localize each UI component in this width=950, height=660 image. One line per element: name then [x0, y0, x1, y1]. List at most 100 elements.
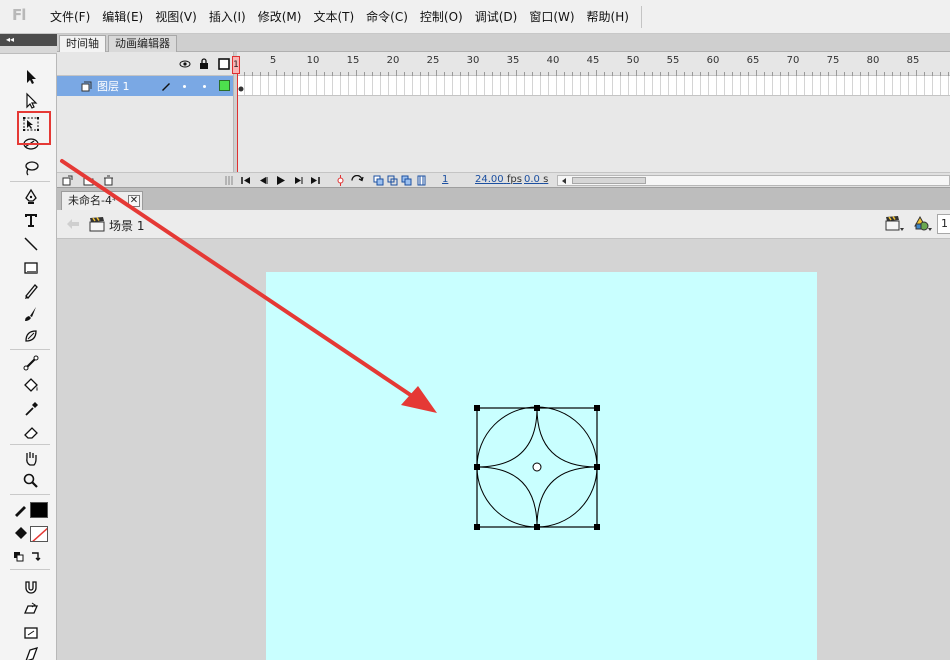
loop-button[interactable] — [349, 175, 365, 186]
lasso-icon — [25, 161, 39, 176]
center-frame-button[interactable] — [335, 175, 346, 186]
folder-icon — [83, 177, 94, 186]
menu-window[interactable]: 窗口(W) — [523, 0, 580, 34]
ruler-frame-number: 20 — [386, 55, 400, 66]
lasso-tool[interactable] — [20, 157, 42, 179]
magnet-icon — [25, 581, 37, 594]
fill-color-swatch[interactable] — [30, 526, 48, 542]
fill-color-button[interactable] — [10, 523, 32, 545]
step-forward-button[interactable] — [293, 175, 304, 186]
layer-icon — [81, 81, 92, 92]
brush-icon — [25, 307, 36, 321]
menu-insert[interactable]: 插入(I) — [203, 0, 252, 34]
straighten-button[interactable] — [20, 622, 42, 644]
back-arrow-icon[interactable] — [65, 217, 81, 231]
modify-markers-button[interactable] — [416, 175, 427, 186]
show-hide-layers-button[interactable] — [179, 58, 191, 70]
menu-file[interactable]: 文件(F) — [44, 0, 96, 34]
extra-option-button[interactable] — [20, 644, 42, 660]
play-button[interactable] — [275, 175, 286, 186]
ruler-frame-number: 45 — [586, 55, 600, 66]
menu-modify[interactable]: 修改(M) — [252, 0, 308, 34]
eraser-tool[interactable] — [20, 421, 42, 443]
menu-control[interactable]: 控制(O) — [414, 0, 469, 34]
zoom-tool[interactable] — [20, 470, 42, 492]
edit-scene-icon[interactable] — [885, 215, 905, 233]
onion-skin-button[interactable] — [373, 175, 384, 186]
zoom-input[interactable]: 1 — [937, 214, 950, 234]
tab-timeline[interactable]: 时间轴 — [59, 35, 106, 52]
deco-tool[interactable] — [20, 325, 42, 347]
close-tab-button[interactable]: ✕ — [128, 195, 140, 207]
ruler-frame-number: 25 — [426, 55, 440, 66]
brush-tool[interactable] — [20, 303, 42, 325]
hand-tool[interactable] — [20, 447, 42, 469]
scene-label[interactable]: 场景 1 — [109, 217, 144, 234]
paint-bucket-tool[interactable] — [20, 375, 42, 397]
stage[interactable] — [266, 272, 817, 660]
eye-icon — [179, 60, 191, 68]
layer-name[interactable]: 图层 1 — [97, 78, 130, 94]
subselection-tool[interactable] — [20, 90, 42, 112]
current-frame-readout[interactable]: 1 — [442, 174, 448, 185]
swap-colors-button[interactable] — [12, 546, 46, 568]
rectangle-tool[interactable] — [20, 257, 42, 279]
eraser-icon — [24, 427, 38, 439]
menu-items: 文件(F) 编辑(E) 视图(V) 插入(I) 修改(M) 文本(T) 命令(C… — [44, 0, 648, 34]
menu-text[interactable]: 文本(T) — [307, 0, 360, 34]
selection-tool[interactable] — [20, 66, 42, 88]
edit-symbols-icon[interactable] — [913, 215, 933, 233]
menu-edit[interactable]: 编辑(E) — [96, 0, 149, 34]
new-layer-button[interactable] — [62, 175, 73, 186]
arrow-icon — [27, 70, 36, 84]
menu-view[interactable]: 视图(V) — [149, 0, 203, 34]
scrollbar-thumb[interactable] — [572, 177, 646, 184]
frames-strip[interactable] — [237, 76, 950, 96]
frame-ruler[interactable]: 5101520253035404550556065707580859 — [237, 52, 950, 76]
pencil-icon — [25, 284, 38, 299]
smooth-button[interactable] — [20, 599, 42, 621]
play-icon — [277, 176, 285, 185]
pasteboard[interactable] — [57, 239, 950, 660]
pen-tool[interactable] — [20, 186, 42, 208]
go-to-last-frame-button[interactable] — [310, 175, 321, 186]
snap-to-objects-button[interactable] — [20, 576, 42, 598]
playhead[interactable]: 1 — [232, 56, 240, 74]
go-to-first-frame-button[interactable] — [240, 175, 251, 186]
menu-help[interactable]: 帮助(H) — [581, 0, 635, 34]
panel-grip[interactable] — [0, 46, 57, 54]
menu-debug[interactable]: 调试(D) — [469, 0, 524, 34]
outline-layers-button[interactable] — [218, 58, 230, 70]
visibility-dot[interactable] — [183, 85, 186, 88]
document-tab[interactable]: 未命名-4* ✕ — [61, 191, 143, 211]
layer-name-cell[interactable]: 图层 1 — [57, 76, 233, 96]
text-icon — [25, 214, 37, 227]
paint-bucket-icon — [24, 378, 38, 392]
pencil-tool[interactable] — [20, 280, 42, 302]
ruler-frame-number: 40 — [546, 55, 560, 66]
tool-divider — [10, 569, 50, 570]
onion-skin-outlines-button[interactable] — [387, 175, 398, 186]
new-folder-button[interactable] — [83, 175, 94, 186]
delete-layer-button[interactable] — [103, 175, 114, 186]
lock-dot[interactable] — [203, 85, 206, 88]
bone-tool[interactable] — [20, 352, 42, 374]
frame-rate-readout[interactable]: 24.00 fps — [475, 174, 522, 185]
collapse-panel-button[interactable]: ◂◂ — [0, 34, 57, 46]
step-back-button[interactable] — [257, 175, 268, 186]
text-tool[interactable] — [20, 209, 42, 231]
elapsed-time-readout[interactable]: 0.0 s — [524, 174, 548, 185]
line-tool[interactable] — [20, 233, 42, 255]
rectangle-icon — [24, 262, 38, 274]
layer-row[interactable]: 图层 1 — [57, 76, 950, 96]
outline-color-box[interactable] — [219, 80, 230, 91]
stroke-color-button[interactable] — [10, 499, 32, 521]
tab-motion-editor[interactable]: 动画编辑器 — [108, 35, 177, 52]
lock-layers-button[interactable] — [198, 58, 210, 70]
edit-multiple-frames-button[interactable] — [401, 175, 412, 186]
stroke-color-swatch[interactable] — [30, 502, 48, 518]
eyedropper-tool[interactable] — [20, 398, 42, 420]
ruler-frame-number: 5 — [269, 55, 277, 66]
timeline-horizontal-scrollbar[interactable] — [557, 175, 950, 186]
menu-commands[interactable]: 命令(C) — [360, 0, 414, 34]
